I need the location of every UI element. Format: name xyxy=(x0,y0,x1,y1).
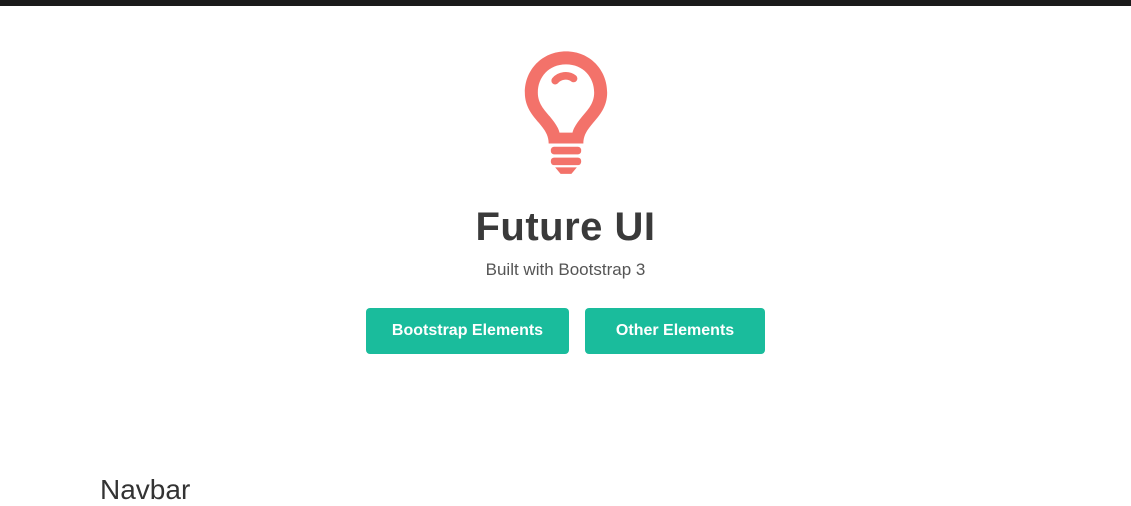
hero-section: Future UI Built with Bootstrap 3 Bootstr… xyxy=(0,6,1131,354)
page-title: Future UI xyxy=(0,205,1131,250)
lightbulb-icon xyxy=(511,46,621,181)
bootstrap-elements-button[interactable]: Bootstrap Elements xyxy=(366,308,569,354)
button-row: Bootstrap Elements Other Elements xyxy=(0,308,1131,354)
section-heading-navbar: Navbar xyxy=(100,474,190,506)
page-subtitle: Built with Bootstrap 3 xyxy=(0,260,1131,280)
other-elements-button[interactable]: Other Elements xyxy=(585,308,765,354)
